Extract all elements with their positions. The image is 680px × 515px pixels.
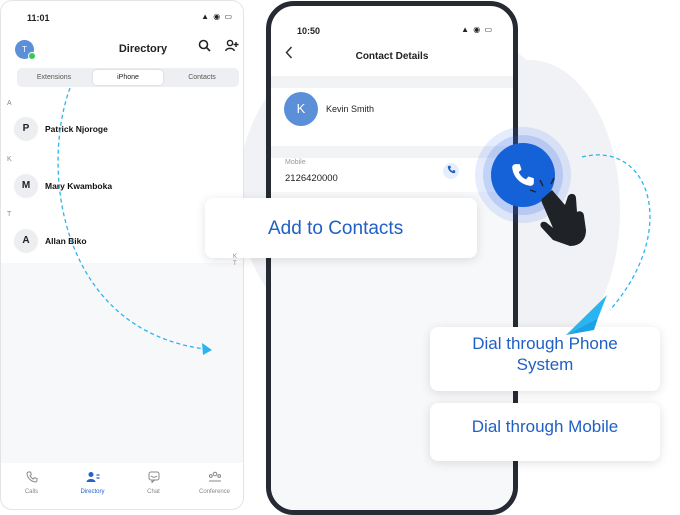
arrowhead-left [202,343,212,355]
annotation-layer [57,87,651,355]
hand-cursor-icon [529,177,586,246]
dashed-arrow-left [57,87,206,350]
dashed-arrow-right [581,154,651,311]
